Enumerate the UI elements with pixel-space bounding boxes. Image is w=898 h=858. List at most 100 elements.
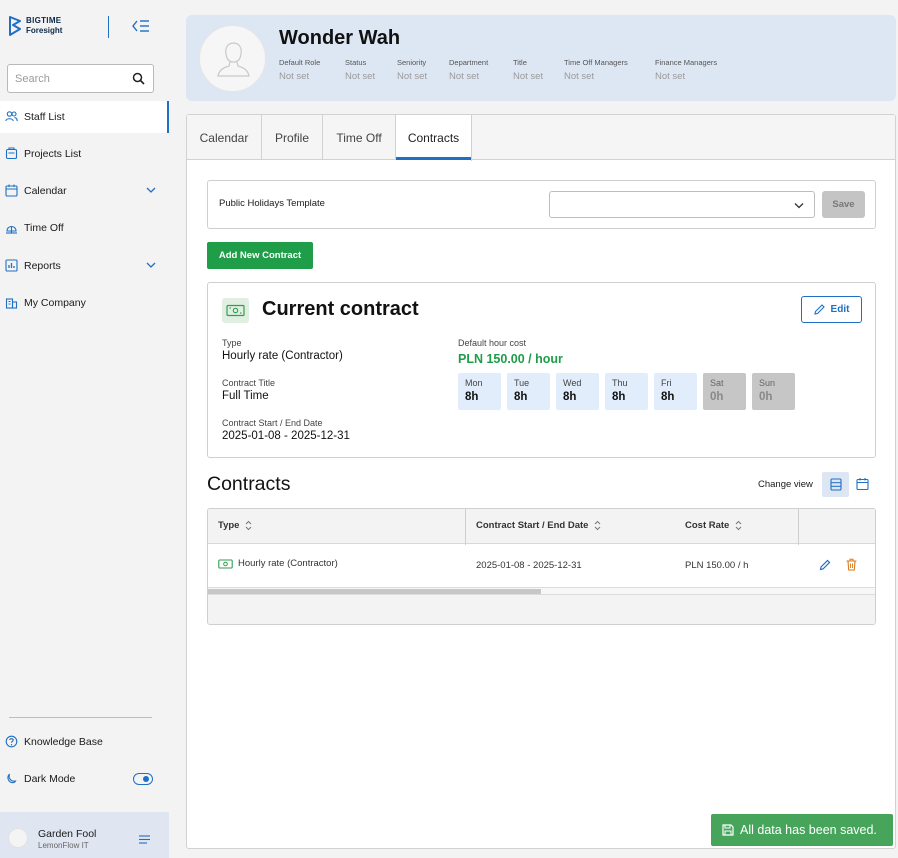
day-name: Thu — [612, 378, 628, 388]
list-view-button[interactable] — [822, 472, 849, 497]
user-card[interactable]: Garden Fool LemonFlow IT — [0, 812, 169, 858]
field-label: Seniority — [397, 58, 427, 67]
contract-dates-label: Contract Start / End Date — [222, 418, 323, 428]
bigtime-logo-icon — [9, 16, 21, 36]
current-contract-card: Current contract Edit Type Hourly rate (… — [207, 282, 876, 458]
menu-icon[interactable] — [139, 835, 150, 844]
scrollbar-thumb[interactable] — [208, 589, 541, 594]
tab-bar: Calendar Profile Time Off Contracts — [187, 115, 895, 161]
day-hours: 0h — [759, 391, 773, 403]
day-hours-sun: Sun 0h — [752, 373, 795, 410]
cell-cost-rate: PLN 150.00 / h — [685, 560, 749, 571]
save-button[interactable]: Save — [822, 191, 865, 218]
day-hours: 0h — [710, 391, 724, 403]
contract-title-label: Contract Title — [222, 378, 276, 388]
toast-message: All data has been saved. — [740, 823, 877, 837]
dark-mode-toggle[interactable] — [133, 773, 153, 785]
table-row[interactable]: Hourly rate (Contractor) 2025-01-08 - 20… — [208, 545, 875, 586]
knowledge-base-label: Knowledge Base — [24, 736, 103, 748]
user-org: LemonFlow IT — [38, 841, 89, 850]
chevron-down-icon[interactable] — [146, 186, 156, 194]
day-hours: 8h — [465, 391, 479, 403]
brand-line2: Foresight — [26, 26, 63, 35]
field-value: Not set — [279, 71, 310, 82]
company-icon — [5, 298, 18, 309]
toggle-knob — [143, 775, 149, 782]
time-off-icon — [6, 225, 17, 234]
user-avatar — [8, 828, 28, 848]
dark-mode-label: Dark Mode — [24, 773, 76, 785]
column-header-cost-rate[interactable]: Cost Rate — [685, 520, 742, 531]
edit-button-label: Edit — [830, 304, 850, 315]
day-hours-thu: Thu 8h — [605, 373, 648, 410]
calendar-icon — [5, 184, 18, 197]
field-label: Title — [513, 58, 527, 67]
profile-avatar[interactable] — [199, 25, 266, 92]
user-name: Garden Fool — [38, 828, 97, 840]
search-input[interactable] — [8, 65, 118, 92]
day-name: Sat — [710, 378, 724, 388]
sidebar-item-time-off[interactable]: Time Off — [0, 212, 169, 244]
trash-icon[interactable] — [846, 558, 857, 571]
field-label: Department — [449, 58, 489, 67]
contracts-heading: Contracts — [207, 473, 291, 495]
search-icon[interactable] — [132, 72, 145, 85]
user-placeholder-icon — [217, 42, 250, 77]
day-name: Wed — [563, 378, 582, 388]
tab-profile[interactable]: Profile — [262, 115, 323, 160]
tab-time-off[interactable]: Time Off — [323, 115, 396, 160]
users-icon — [5, 111, 18, 122]
sidebar-item-label: Staff List — [24, 111, 65, 123]
sidebar-item-calendar[interactable]: Calendar — [0, 175, 169, 207]
sidebar-item-label: Calendar — [24, 185, 67, 197]
tab-calendar[interactable]: Calendar — [187, 115, 262, 160]
tab-contracts[interactable]: Contracts — [396, 115, 472, 161]
sidebar-item-projects-list[interactable]: Projects List — [0, 138, 169, 170]
pencil-icon — [813, 304, 825, 315]
profile-name: Wonder Wah — [279, 27, 401, 49]
column-header-dates[interactable]: Contract Start / End Date — [476, 520, 601, 531]
moon-icon — [7, 773, 17, 784]
logo-divider — [108, 16, 109, 38]
brand-logo[interactable]: BIGTIME Foresight — [8, 16, 62, 36]
contract-type-value: Hourly rate (Contractor) — [222, 350, 343, 362]
sidebar-item-my-company[interactable]: My Company — [0, 287, 169, 319]
pencil-icon[interactable] — [819, 559, 831, 571]
list-view-icon — [830, 478, 842, 491]
change-view-label: Change view — [758, 479, 813, 490]
cell-dates: 2025-01-08 - 2025-12-31 — [476, 560, 582, 571]
calendar-view-button[interactable] — [853, 472, 873, 497]
field-value: Not set — [655, 71, 686, 82]
sidebar: BIGTIME Foresight Staff List — [0, 0, 169, 858]
column-header-type[interactable]: Type — [218, 520, 252, 531]
edit-contract-button[interactable]: Edit — [801, 296, 862, 323]
sort-icon — [595, 520, 601, 531]
collapse-sidebar-icon[interactable] — [131, 18, 151, 34]
public-holidays-select[interactable] — [549, 191, 815, 218]
sidebar-item-reports[interactable]: Reports — [0, 250, 169, 282]
cell-type: Hourly rate (Contractor) — [238, 558, 338, 569]
sort-icon — [246, 520, 252, 531]
field-label: Finance Managers — [655, 58, 718, 67]
field-time-off-managers: Time Off Managers Not set — [564, 58, 628, 82]
day-hours: 8h — [514, 391, 528, 403]
sidebar-item-staff-list[interactable]: Staff List — [0, 101, 169, 133]
sidebar-item-knowledge-base[interactable]: Knowledge Base — [0, 726, 169, 758]
field-value: Not set — [397, 71, 428, 82]
horizontal-scrollbar[interactable] — [208, 587, 875, 595]
contracts-table: Type Contract Start / End Date Cost Rate… — [207, 508, 876, 625]
public-holidays-label: Public Holidays Template — [219, 198, 325, 209]
contract-type-label: Type — [222, 338, 242, 348]
day-name: Mon — [465, 378, 483, 388]
brand-line1: BIGTIME — [26, 16, 62, 25]
day-name: Sun — [759, 378, 776, 388]
contract-icon-badge — [222, 298, 249, 323]
calendar-view-icon — [856, 478, 869, 491]
day-name: Fri — [661, 378, 672, 388]
sort-icon — [735, 520, 742, 531]
field-status: Status Not set — [345, 58, 375, 82]
field-seniority: Seniority Not set — [397, 58, 427, 82]
add-new-contract-button[interactable]: Add New Contract — [207, 242, 313, 269]
contract-title-value: Full Time — [222, 390, 269, 402]
chevron-down-icon[interactable] — [146, 261, 156, 269]
